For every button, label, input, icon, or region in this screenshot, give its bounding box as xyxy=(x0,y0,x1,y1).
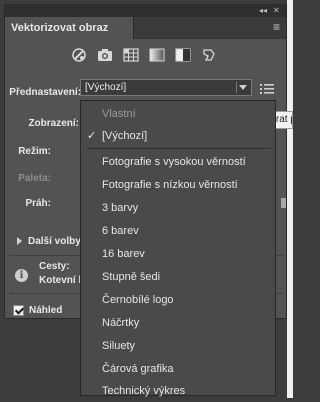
menu-item: Vlastní xyxy=(81,103,275,125)
menu-item-label: Vlastní xyxy=(102,108,136,120)
menu-item-label: Černobílé logo xyxy=(102,294,174,306)
panel-topbar: ◂◂ ✕ xyxy=(5,5,286,17)
mode-label: Režim: xyxy=(18,146,51,157)
menu-item[interactable]: 6 barev xyxy=(81,220,275,242)
menu-item-label: Technický výkres xyxy=(102,385,186,397)
menu-item[interactable]: Černobílé logo xyxy=(81,289,275,311)
manage-presets-icon[interactable] xyxy=(260,82,274,94)
advanced-toggle[interactable]: Další volby xyxy=(17,236,81,247)
palette-label: Paleta: xyxy=(18,173,51,184)
menu-item-label: [Výchozí] xyxy=(102,130,148,142)
grid-icon[interactable] xyxy=(121,45,141,65)
menu-item[interactable]: Technický výkres xyxy=(81,380,275,402)
menu-item[interactable]: Stupně šedi xyxy=(81,266,275,288)
menu-item-label: 16 barev xyxy=(102,248,145,260)
menu-item-label: 3 barvy xyxy=(102,202,139,214)
menu-item[interactable]: Náčrtky xyxy=(81,312,275,334)
menu-item[interactable]: ✓ [Výchozí] xyxy=(81,125,275,147)
preview-row: Náhled xyxy=(13,305,62,316)
menu-item[interactable]: 3 barvy xyxy=(81,197,275,219)
threshold-slider-handle[interactable] xyxy=(281,198,286,208)
menu-item-label: Stupně šedi xyxy=(102,271,161,283)
menu-separator xyxy=(87,148,271,149)
menu-item-label: Fotografie s nízkou věrností xyxy=(102,179,238,191)
menu-item-label: 6 barev xyxy=(102,225,139,237)
canvas-area xyxy=(287,0,293,398)
select-divider xyxy=(236,82,237,93)
expand-triangle-icon xyxy=(17,237,22,246)
chevron-down-icon xyxy=(239,85,247,90)
close-icon[interactable]: ✕ xyxy=(273,5,280,17)
preview-checkbox[interactable] xyxy=(13,305,24,316)
menu-item[interactable]: Siluety xyxy=(81,335,275,357)
tab-image-trace[interactable]: Vektorizovat obraz xyxy=(5,17,134,39)
tabstrip-background: ≡ xyxy=(134,17,286,39)
preset-label: Přednastavení: xyxy=(9,87,81,98)
menu-item-label: Náčrtky xyxy=(102,317,140,329)
paths-label: Cesty: xyxy=(39,261,70,272)
advanced-label: Další volby xyxy=(28,236,81,247)
preview-label: Náhled xyxy=(29,305,63,316)
menu-item[interactable]: 16 barev xyxy=(81,243,275,265)
camera-icon[interactable] xyxy=(95,45,115,65)
checkmark-icon: ✓ xyxy=(87,129,97,142)
menu-item[interactable]: Fotografie s vysokou věrností xyxy=(81,151,275,173)
outline-icon[interactable] xyxy=(199,45,219,65)
menu-item[interactable]: Čárová grafika xyxy=(81,358,275,380)
collapse-icon[interactable]: ◂◂ xyxy=(259,5,267,17)
preset-value: [Výchozí] xyxy=(85,82,127,93)
threshold-label: Práh: xyxy=(25,198,51,209)
auto-color-icon[interactable] xyxy=(69,45,89,65)
grayscale-icon[interactable] xyxy=(147,45,167,65)
view-label: Zobrazení: xyxy=(28,118,79,129)
menu-item-label: Čárová grafika xyxy=(102,363,174,375)
black-white-icon[interactable] xyxy=(173,45,193,65)
info-icon: i xyxy=(15,269,28,282)
preset-icon-row xyxy=(69,45,219,67)
preset-select[interactable]: [Výchozí] xyxy=(80,79,252,96)
menu-item-label: Fotografie s vysokou věrností xyxy=(102,156,246,168)
menu-item-label: Siluety xyxy=(102,340,136,352)
preset-dropdown-menu: Vlastní ✓ [Výchozí] Fotografie s vysokou vě… xyxy=(80,100,276,397)
menu-item[interactable]: Fotografie s nízkou věrností xyxy=(81,174,275,196)
panel-menu-icon[interactable]: ≡ xyxy=(273,20,280,34)
